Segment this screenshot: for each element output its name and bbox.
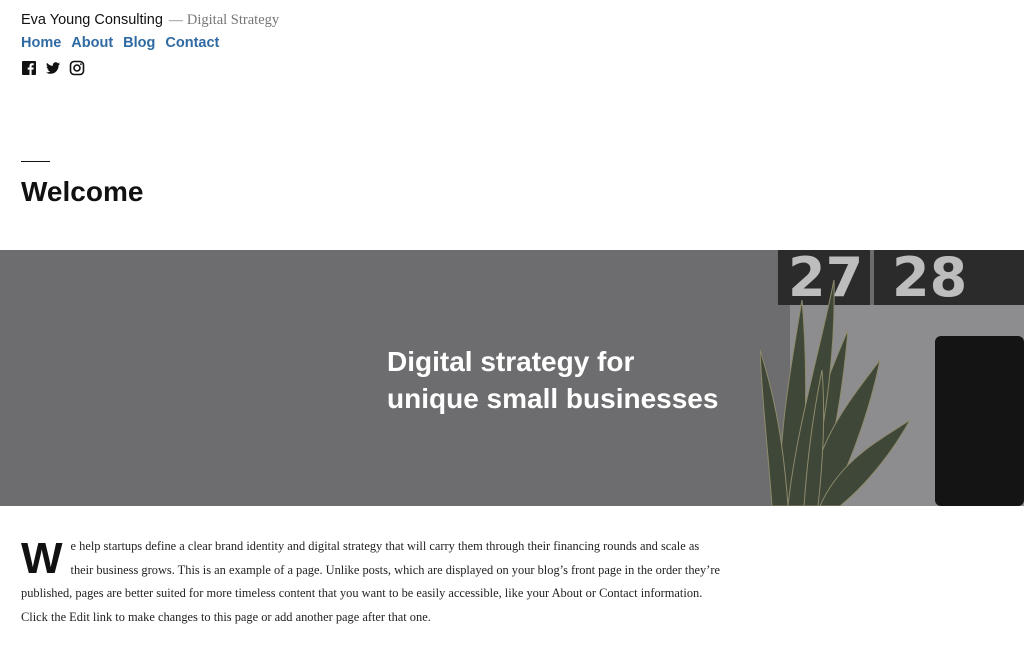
social-links <box>21 60 279 76</box>
site-title[interactable]: Eva Young Consulting <box>21 12 163 28</box>
hero-title: Digital strategy for unique small busine… <box>387 343 787 417</box>
page-content-text: e help startups define a clear brand ide… <box>21 539 720 624</box>
instagram-icon[interactable] <box>69 60 85 76</box>
hero-background-image: 27 28 <box>760 250 1024 506</box>
dropcap-letter: W <box>21 534 63 583</box>
facebook-icon[interactable] <box>21 60 37 76</box>
clock-digits-left: 27 <box>788 250 863 309</box>
twitter-icon[interactable] <box>45 60 61 76</box>
page-content: We help startups define a clear brand id… <box>21 535 721 629</box>
site-branding: Eva Young Consulting — Digital Strategy <box>21 12 279 29</box>
hero-title-line-2: unique small businesses <box>387 383 719 414</box>
site-title-dash: — <box>168 13 183 28</box>
nav-item-contact[interactable]: Contact <box>165 35 219 51</box>
clock-digits-right: 28 <box>892 250 967 309</box>
main-navigation: Home About Blog Contact <box>21 35 279 51</box>
page-title: Welcome <box>21 176 144 207</box>
nav-item-blog[interactable]: Blog <box>123 35 155 51</box>
hero-cover: 27 28 Digital strategy for unique small … <box>0 250 1024 506</box>
hero-title-line-1: Digital strategy for <box>387 346 635 377</box>
nav-item-home[interactable]: Home <box>21 35 61 51</box>
title-separator <box>21 161 50 162</box>
nav-item-about[interactable]: About <box>71 35 113 51</box>
site-header: Eva Young Consulting — Digital Strategy Ho… <box>21 12 279 76</box>
site-description: Digital Strategy <box>186 12 280 28</box>
